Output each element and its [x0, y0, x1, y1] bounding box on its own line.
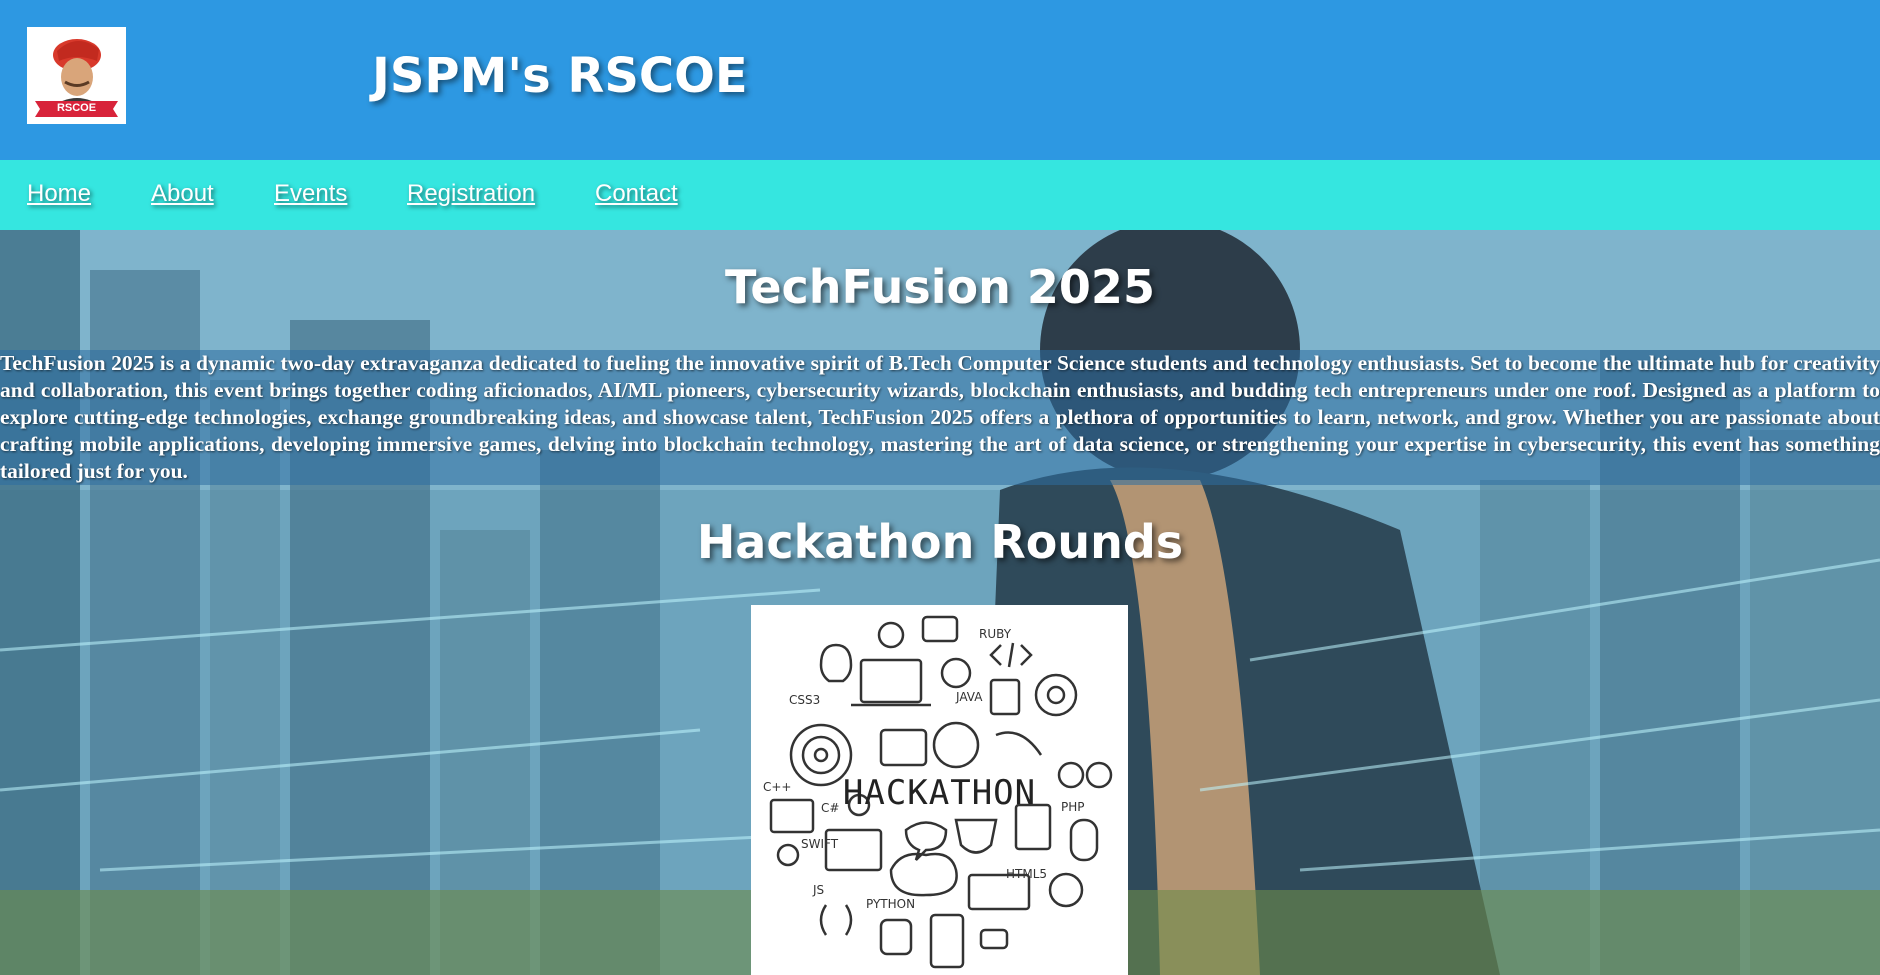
nav-contact-link[interactable]: Contact — [595, 180, 678, 208]
lang-label-csharp: C# — [821, 801, 840, 815]
hackathon-illustration: HACKATHON CSS3 JAVA RUBY C++ C# PHP SWIF… — [751, 605, 1128, 975]
lang-label-swift: SWIFT — [801, 837, 839, 851]
event-description: TechFusion 2025 is a dynamic two-day ext… — [0, 351, 1880, 483]
lang-label-java: JAVA — [956, 690, 983, 704]
lang-label-js: JS — [813, 883, 825, 897]
lang-label-cpp: C++ — [763, 780, 792, 794]
lang-label-php: PHP — [1061, 800, 1085, 814]
logo-label: RSCOE — [56, 102, 97, 114]
main-nav: Home About Events Registration Contact — [0, 160, 1880, 230]
event-title: TechFusion 2025 — [725, 260, 1155, 314]
lang-label-css3: CSS3 — [789, 693, 821, 707]
event-description-box: TechFusion 2025 is a dynamic two-day ext… — [0, 350, 1880, 485]
hero-section: TechFusion 2025 TechFusion 2025 is a dyn… — [0, 230, 1880, 975]
lang-label-ruby: RUBY — [979, 627, 1012, 641]
rounds-heading: Hackathon Rounds — [696, 515, 1184, 569]
lang-label-python: PYTHON — [866, 897, 916, 911]
nav-home-link[interactable]: Home — [27, 180, 91, 208]
site-header: RSCOE JSPM's RSCOE — [0, 0, 1880, 160]
nav-registration-link[interactable]: Registration — [407, 180, 535, 208]
college-logo[interactable]: RSCOE — [27, 27, 126, 124]
nav-about-link[interactable]: About — [151, 180, 214, 208]
site-title: JSPM's RSCOE — [372, 48, 748, 104]
nav-events-link[interactable]: Events — [274, 180, 347, 208]
lang-label-html5: HTML5 — [1006, 867, 1048, 881]
